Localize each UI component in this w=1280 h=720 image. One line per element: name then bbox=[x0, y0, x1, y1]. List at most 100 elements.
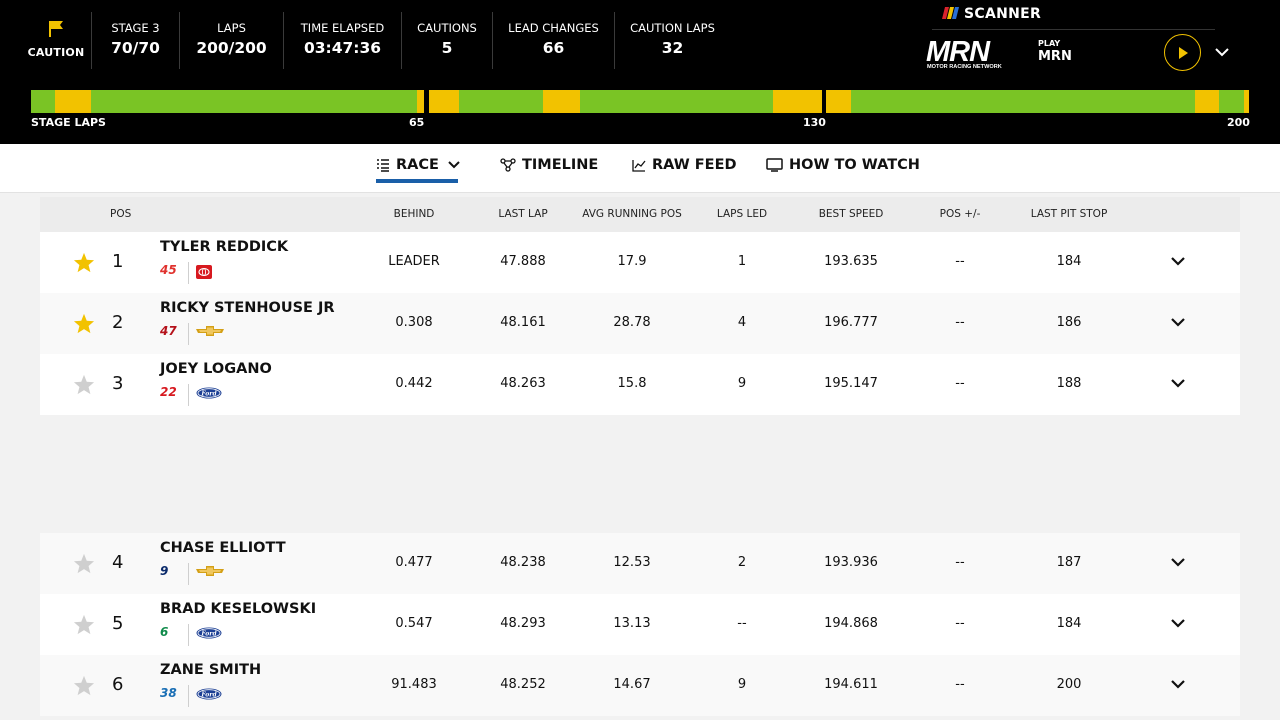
expand-row-chevron-icon[interactable] bbox=[1170, 255, 1186, 267]
pos-change-value: -- bbox=[955, 254, 965, 269]
table-body-bottom: 4 CHASE ELLIOTT 9 0.477 48.238 12.53 2 193.936 -… bbox=[40, 533, 1240, 716]
avg-running-pos-value: 14.67 bbox=[613, 677, 651, 692]
favorite-star-icon[interactable] bbox=[73, 313, 95, 334]
chevron-down-icon bbox=[448, 161, 460, 169]
table-row[interactable]: 3 JOEY LOGANO 22 Ford 0.442 48.263 15.8 9 195.14… bbox=[40, 354, 1240, 415]
play-button[interactable] bbox=[1164, 34, 1201, 71]
best-speed-value: 194.611 bbox=[824, 677, 878, 692]
col-pos: POS bbox=[110, 208, 132, 220]
tab-race[interactable]: RACE bbox=[376, 157, 461, 173]
last-lap-value: 48.252 bbox=[500, 677, 546, 692]
ford-logo-icon: Ford bbox=[196, 627, 222, 639]
list-icon bbox=[377, 159, 389, 172]
expand-row-chevron-icon[interactable] bbox=[1170, 678, 1186, 690]
avg-running-pos-value: 17.9 bbox=[617, 254, 647, 269]
scanner-dropdown-chevron-icon[interactable] bbox=[1214, 45, 1230, 59]
ford-logo-icon: Ford bbox=[196, 387, 222, 399]
stat-laps: LAPS 200/200 bbox=[179, 12, 283, 69]
col-behind: BEHIND bbox=[393, 208, 435, 220]
laps-led-value: 2 bbox=[737, 555, 747, 570]
col-laps-led: LAPS LED bbox=[716, 208, 768, 220]
stat-lead-changes: LEAD CHANGES 66 bbox=[492, 12, 614, 69]
last-pit-stop-value: 187 bbox=[1056, 555, 1082, 570]
active-tab-indicator bbox=[376, 179, 458, 183]
pos-change-value: -- bbox=[955, 315, 965, 330]
scanner-stripes-icon bbox=[942, 7, 959, 19]
main-nav: RACE TIMELINE RAW FEED HOW TO WATCH bbox=[0, 144, 1280, 193]
col-avg-running-pos: AVG RUNNING POS bbox=[582, 208, 682, 220]
position: 2 bbox=[112, 312, 124, 333]
position: 3 bbox=[112, 373, 124, 394]
driver-name[interactable]: ZANE SMITH bbox=[160, 662, 261, 678]
position: 5 bbox=[112, 613, 124, 634]
expand-row-chevron-icon[interactable] bbox=[1170, 556, 1186, 568]
driver-name[interactable]: BRAD KESELOWSKI bbox=[160, 601, 316, 617]
table-row[interactable]: 6 ZANE SMITH 38 Ford 91.483 48.252 14.67 9 194.6… bbox=[40, 655, 1240, 716]
best-speed-value: 196.777 bbox=[824, 315, 878, 330]
driver-name[interactable]: TYLER REDDICK bbox=[160, 239, 288, 255]
svg-text:Ford: Ford bbox=[200, 390, 217, 397]
tab-how-to-watch[interactable]: HOW TO WATCH bbox=[766, 157, 920, 173]
tab-timeline[interactable]: TIMELINE bbox=[500, 157, 598, 173]
svg-text:Ford: Ford bbox=[200, 630, 217, 637]
tab-raw-feed[interactable]: RAW FEED bbox=[632, 157, 737, 173]
stage-2-lap-bar bbox=[429, 90, 822, 113]
position: 4 bbox=[112, 552, 124, 573]
stage-1-lap-bar bbox=[31, 90, 424, 113]
stage-3-lap-bar bbox=[826, 90, 1249, 113]
car-number: 47 bbox=[160, 324, 177, 338]
expand-row-chevron-icon[interactable] bbox=[1170, 377, 1186, 389]
behind-value: 0.308 bbox=[395, 315, 433, 330]
pos-change-value: -- bbox=[955, 376, 965, 391]
driver-name[interactable]: CHASE ELLIOTT bbox=[160, 540, 286, 556]
car-number: 6 bbox=[160, 625, 169, 639]
laps-led-value: 4 bbox=[737, 315, 747, 330]
pos-change-value: -- bbox=[955, 616, 965, 631]
col-last-lap: LAST LAP bbox=[498, 208, 548, 220]
stat-cautions: CAUTIONS 5 bbox=[401, 12, 492, 69]
scanner-title: SCANNER bbox=[942, 6, 1041, 22]
favorite-star-icon[interactable] bbox=[73, 553, 95, 574]
table-row[interactable]: 5 BRAD KESELOWSKI 6 Ford 0.547 48.293 13.13 -- 1… bbox=[40, 594, 1240, 655]
table-row[interactable]: 4 CHASE ELLIOTT 9 0.477 48.238 12.53 2 193.936 -… bbox=[40, 533, 1240, 594]
behind-value: 0.547 bbox=[395, 616, 433, 631]
favorite-star-icon[interactable] bbox=[73, 614, 95, 635]
flag-label: CAUTION bbox=[27, 46, 85, 59]
best-speed-value: 194.868 bbox=[824, 616, 878, 631]
stage-tick-200: 200 bbox=[1227, 116, 1250, 129]
stat-time-elapsed: TIME ELAPSED 03:47:36 bbox=[283, 12, 401, 69]
laps-led-value: 9 bbox=[737, 376, 747, 391]
last-lap-value: 48.161 bbox=[500, 315, 546, 330]
car-divider bbox=[188, 685, 189, 707]
behind-value: LEADER bbox=[388, 254, 440, 269]
leaderboard-table: POS BEHIND LAST LAP AVG RUNNING POS LAPS… bbox=[40, 197, 1240, 716]
stat-caution-laps: CAUTION LAPS 32 bbox=[614, 12, 730, 69]
behind-value: 0.442 bbox=[395, 376, 433, 391]
car-number: 38 bbox=[160, 686, 177, 700]
chevrolet-logo-icon bbox=[196, 326, 224, 336]
expand-row-chevron-icon[interactable] bbox=[1170, 617, 1186, 629]
table-row[interactable]: 2 RICKY STENHOUSE JR 47 0.308 48.161 28.78 4 19… bbox=[40, 293, 1240, 354]
ad-space bbox=[40, 415, 1240, 533]
station-label: MRN bbox=[1038, 49, 1072, 64]
race-status-bar: CAUTION STAGE 3 70/70 LAPS 200/200 TIME … bbox=[0, 0, 1280, 144]
driver-name[interactable]: JOEY LOGANO bbox=[160, 361, 272, 377]
table-row[interactable]: 1 TYLER REDDICK 45 LEADER 47.888 17.9 1 193.635… bbox=[40, 232, 1240, 293]
laps-led-value: 1 bbox=[737, 254, 747, 269]
car-divider bbox=[188, 563, 189, 585]
favorite-star-icon[interactable] bbox=[73, 675, 95, 696]
behind-value: 0.477 bbox=[395, 555, 433, 570]
driver-name[interactable]: RICKY STENHOUSE JR bbox=[160, 300, 335, 316]
table-header: POS BEHIND LAST LAP AVG RUNNING POS LAPS… bbox=[40, 197, 1240, 232]
car-divider bbox=[188, 624, 189, 646]
best-speed-value: 195.147 bbox=[824, 376, 878, 391]
mrn-logo: MRN MOTOR RACING NETWORK bbox=[926, 38, 1002, 70]
pos-change-value: -- bbox=[955, 555, 965, 570]
favorite-star-icon[interactable] bbox=[73, 374, 95, 395]
behind-value: 91.483 bbox=[391, 677, 437, 692]
last-lap-value: 48.238 bbox=[500, 555, 546, 570]
favorite-star-icon[interactable] bbox=[73, 252, 95, 273]
last-pit-stop-value: 200 bbox=[1056, 677, 1082, 692]
ford-logo-icon: Ford bbox=[196, 688, 222, 700]
expand-row-chevron-icon[interactable] bbox=[1170, 316, 1186, 328]
